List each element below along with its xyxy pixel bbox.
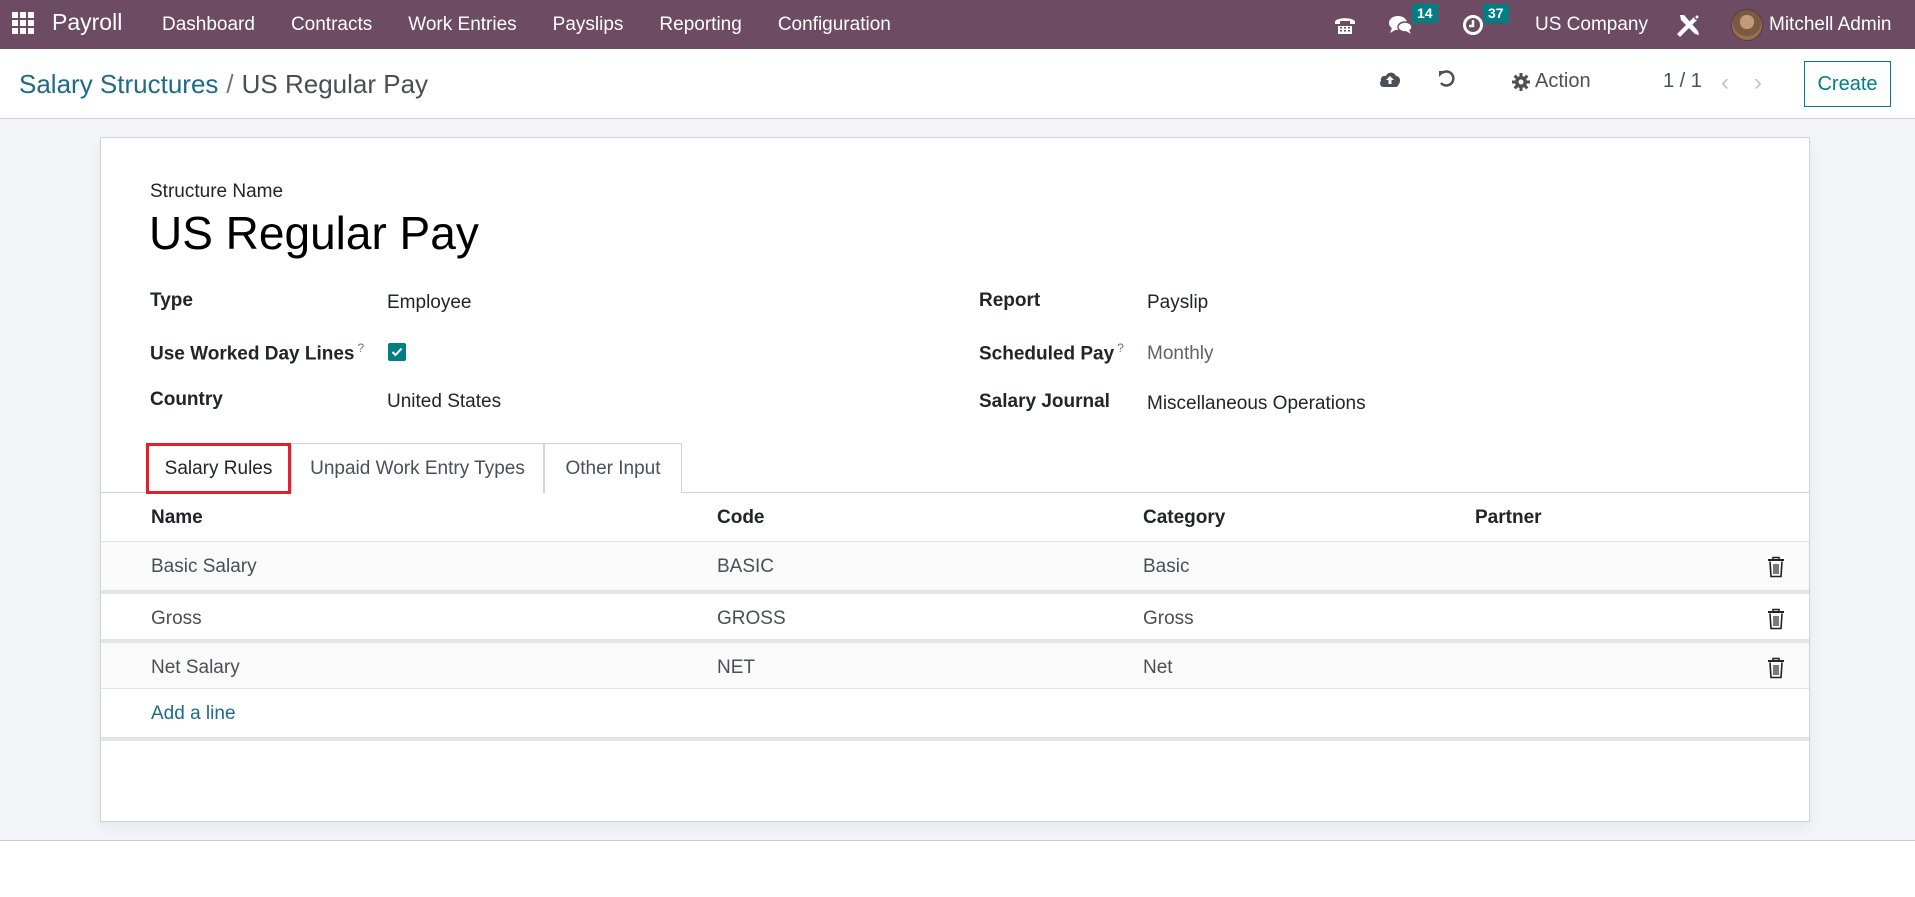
salary-journal-field[interactable]: Miscellaneous Operations: [1147, 393, 1366, 415]
top-navbar: Payroll Dashboard Contracts Work Entries…: [0, 0, 1915, 49]
notebook-tabs: Salary Rules Unpaid Work Entry Types Oth…: [101, 443, 1809, 494]
add-a-line-link[interactable]: Add a line: [151, 689, 236, 738]
discard-undo-icon[interactable]: [1437, 69, 1457, 94]
report-label: Report: [979, 290, 1041, 311]
table-row[interactable]: Net Salary NET Net: [101, 640, 1809, 689]
scheduled-pay-field[interactable]: Monthly: [1147, 343, 1214, 365]
table-row[interactable]: Basic Salary BASIC Basic: [101, 542, 1809, 591]
report-field[interactable]: Payslip: [1147, 292, 1208, 314]
cell-code: BASIC: [717, 555, 775, 577]
delete-trash-icon[interactable]: [1766, 608, 1786, 630]
type-field[interactable]: Employee: [387, 292, 472, 314]
delete-trash-icon[interactable]: [1766, 657, 1786, 679]
company-switcher[interactable]: US Company: [1535, 0, 1648, 49]
structure-name-label: Structure Name: [150, 181, 284, 202]
activities-button[interactable]: 37: [1462, 0, 1509, 49]
gear-icon: [1512, 72, 1530, 91]
app-brand[interactable]: Payroll: [52, 9, 122, 36]
menu-contracts[interactable]: Contracts: [291, 14, 372, 36]
user-avatar: [1731, 8, 1763, 41]
clock-icon: [1463, 14, 1483, 35]
messages-button[interactable]: 14: [1388, 0, 1438, 49]
user-menu[interactable]: Mitchell Admin: [1731, 0, 1892, 49]
delete-trash-icon[interactable]: [1766, 556, 1786, 578]
control-panel: Salary Structures / US Regular Pay Action …: [0, 49, 1915, 119]
form-sheet: Structure Name US Regular Pay Type Emplo…: [100, 137, 1810, 822]
tab-unpaid-work-entry-types[interactable]: Unpaid Work Entry Types: [291, 443, 544, 493]
country-field[interactable]: United States: [387, 391, 501, 413]
cell-category: Gross: [1143, 607, 1194, 629]
breadcrumb-salary-structures[interactable]: Salary Structures: [19, 69, 218, 99]
activities-badge: 37: [1483, 4, 1509, 23]
use-worked-day-lines-label: Use Worked Day Lines?: [150, 341, 364, 365]
cell-code: GROSS: [717, 607, 786, 629]
action-label: Action: [1535, 70, 1591, 92]
column-header-category[interactable]: Category: [1143, 493, 1225, 542]
cell-category: Net: [1143, 656, 1173, 678]
menu-reporting[interactable]: Reporting: [659, 14, 741, 36]
menu-dashboard[interactable]: Dashboard: [162, 14, 255, 36]
user-name: Mitchell Admin: [1769, 13, 1892, 35]
cell-code: NET: [717, 656, 755, 678]
pager-next-icon[interactable]: ›: [1754, 69, 1762, 97]
use-worked-day-lines-checkbox[interactable]: [388, 343, 406, 361]
cell-name: Gross: [151, 607, 202, 629]
table-row[interactable]: Gross GROSS Gross: [101, 591, 1809, 640]
tab-salary-rules[interactable]: Salary Rules: [146, 443, 291, 494]
breadcrumb-separator: /: [226, 69, 234, 99]
table-bottom-border: [101, 738, 1809, 741]
breadcrumb: Salary Structures / US Regular Pay: [19, 69, 428, 100]
structure-name-field[interactable]: US Regular Pay: [149, 206, 479, 260]
column-header-partner[interactable]: Partner: [1475, 493, 1542, 542]
country-label: Country: [150, 389, 223, 410]
add-line-row: Add a line: [101, 689, 1809, 738]
column-header-code[interactable]: Code: [717, 493, 765, 542]
help-tooltip-icon[interactable]: ?: [1117, 341, 1124, 355]
app-menu-grid-icon[interactable]: [12, 12, 34, 34]
menu-payslips[interactable]: Payslips: [553, 14, 624, 36]
checkmark-icon: [391, 347, 403, 357]
tab-other-input[interactable]: Other Input: [544, 443, 682, 493]
main-menu: Dashboard Contracts Work Entries Payslip…: [144, 0, 909, 49]
cell-name: Basic Salary: [151, 555, 257, 577]
cell-category: Basic: [1143, 555, 1190, 577]
help-tooltip-icon[interactable]: ?: [358, 341, 365, 355]
messages-badge: 14: [1412, 4, 1438, 23]
salary-journal-label: Salary Journal: [979, 391, 1110, 412]
table-header: Name Code Category Partner: [101, 493, 1809, 542]
create-button[interactable]: Create: [1804, 61, 1891, 107]
cell-name: Net Salary: [151, 656, 240, 678]
use-worked-day-lines-text: Use Worked Day Lines: [150, 343, 355, 365]
menu-work-entries[interactable]: Work Entries: [408, 14, 516, 36]
scheduled-pay-label: Scheduled Pay?: [979, 341, 1124, 365]
breadcrumb-current: US Regular Pay: [241, 69, 429, 99]
type-label: Type: [150, 290, 193, 311]
action-menu-button[interactable]: Action: [1512, 70, 1591, 93]
chat-bubbles-icon: [1389, 15, 1413, 34]
voip-phone-icon[interactable]: [1333, 0, 1357, 49]
column-header-name[interactable]: Name: [151, 493, 203, 542]
debug-tools-icon[interactable]: [1676, 0, 1702, 49]
menu-configuration[interactable]: Configuration: [778, 14, 891, 36]
pager-previous-icon[interactable]: ‹: [1721, 69, 1729, 97]
save-cloud-upload-icon[interactable]: [1379, 70, 1401, 93]
scheduled-pay-text: Scheduled Pay: [979, 343, 1115, 365]
pager-value[interactable]: 1 / 1: [1663, 70, 1702, 93]
